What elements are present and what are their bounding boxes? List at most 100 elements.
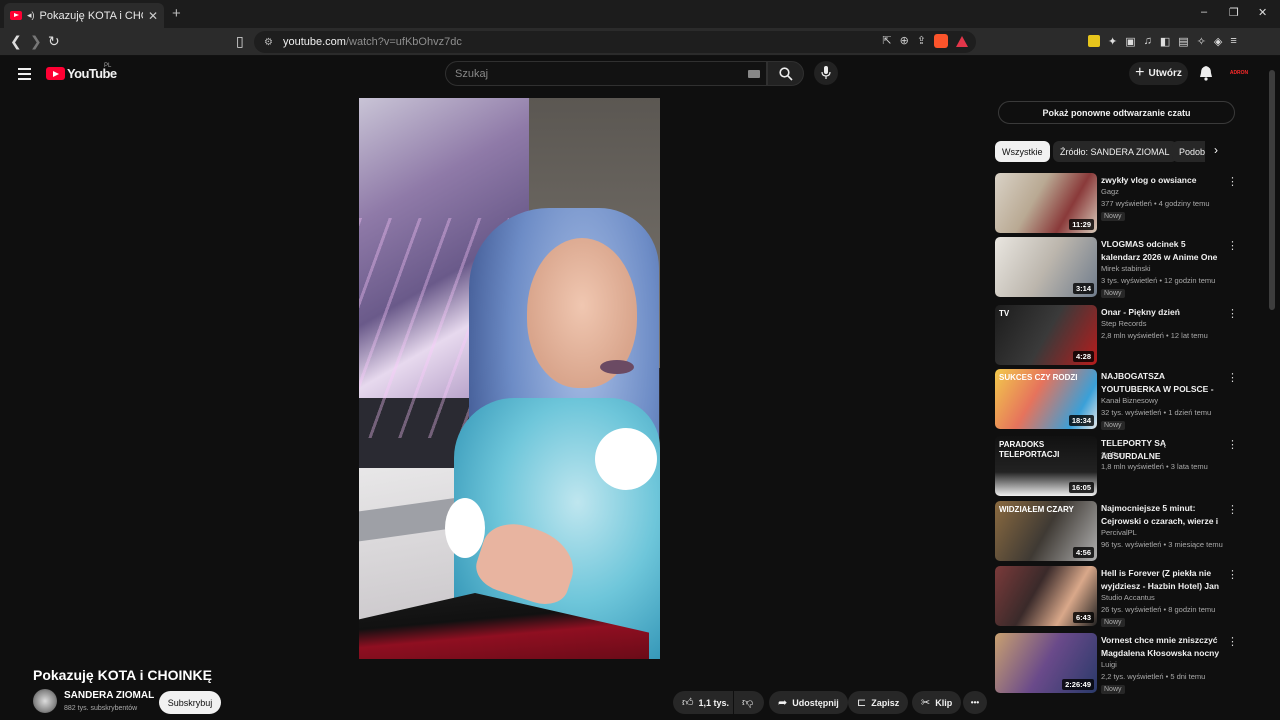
minimize-button[interactable]: – bbox=[1201, 6, 1207, 18]
share-arrow-icon: ➦ bbox=[778, 697, 788, 709]
recommendation-title[interactable]: Najmocniejsze 5 minut: Cejrowski o czara… bbox=[1101, 502, 1223, 528]
recommendation-thumbnail[interactable]: 2:26:49 bbox=[995, 633, 1097, 693]
chips-next-icon[interactable]: › bbox=[1214, 143, 1218, 157]
menu-icon[interactable] bbox=[18, 68, 31, 83]
more-options-icon[interactable]: ⋮ bbox=[1227, 239, 1238, 252]
recommendation-channel[interactable]: Mirek stabinski bbox=[1101, 264, 1151, 273]
brave-rewards-icon[interactable] bbox=[956, 36, 968, 47]
dislike-button[interactable]: 👎︎ bbox=[734, 691, 764, 714]
chat-replay-button[interactable]: Pokaż ponowne odtwarzanie czatu bbox=[998, 101, 1235, 124]
save-button[interactable]: ⊏ Zapisz bbox=[848, 691, 909, 714]
channel-label: PercivalPL bbox=[1101, 528, 1137, 537]
address-bar[interactable]: ⚙ youtube.com/watch?v=ufKbOhvz7dc ⇱ ⊕ ⇪ bbox=[254, 31, 976, 53]
recommendation-item[interactable]: 2:26:49 Vornest chce mnie zniszczyć Magda… bbox=[995, 633, 1238, 695]
more-options-icon[interactable]: ⋮ bbox=[1227, 503, 1238, 516]
scissors-icon: ✂ bbox=[921, 697, 931, 709]
extensions-puzzle-icon[interactable]: ✦ bbox=[1108, 35, 1117, 48]
recommendation-title[interactable]: VLOGMAS odcinek 5 kalendarz 2026 w Anime… bbox=[1101, 238, 1223, 264]
reload-icon[interactable]: ↻ bbox=[48, 33, 60, 50]
more-options-icon[interactable]: ⋮ bbox=[1227, 568, 1238, 581]
recommendation-title[interactable]: Hell is Forever (Z piekła nie wyjdziesz … bbox=[1101, 567, 1223, 593]
recommendation-item[interactable]: 6:43 Hell is Forever (Z piekła nie wyjdzi… bbox=[995, 566, 1238, 628]
bookmark-icon[interactable]: ▯ bbox=[236, 33, 244, 50]
like-button[interactable]: 👍︎ 1,1 tys. bbox=[673, 691, 733, 714]
forward-icon[interactable]: ❯ bbox=[30, 33, 42, 50]
close-window-button[interactable]: ✕ bbox=[1258, 6, 1267, 19]
recommendation-channel[interactable]: Gagz bbox=[1101, 187, 1119, 196]
chip-source[interactable]: Źródło: SANDERA ZIOMAL bbox=[1053, 141, 1177, 162]
video-duration: 11:29 bbox=[1069, 219, 1094, 230]
save-label: Zapisz bbox=[871, 697, 900, 708]
recommendation-channel[interactable]: Step Records bbox=[1101, 319, 1146, 328]
share-button[interactable]: ➦ Udostępnij bbox=[769, 691, 848, 714]
create-label: Utwórz bbox=[1148, 68, 1182, 79]
chip-all[interactable]: Wszystkie bbox=[995, 141, 1050, 162]
recommendation-item[interactable]: WIDZIAŁEM CZARY 4:56 Najmocniejsze 5 minut… bbox=[995, 501, 1238, 563]
channel-label: Luigi bbox=[1101, 660, 1117, 669]
recommendation-item[interactable]: SUKCES CZY RODZI 18:34 NAJBOGATSZA YOUTUBE… bbox=[995, 369, 1238, 431]
new-tab-button[interactable]: + bbox=[172, 5, 181, 22]
recommendation-item[interactable]: PARADOKS TELEPORTACJI 16:05 TELEPORTY SĄ A… bbox=[995, 436, 1238, 498]
voice-search-button[interactable] bbox=[814, 61, 838, 85]
recommendation-thumbnail[interactable]: SUKCES CZY RODZI 18:34 bbox=[995, 369, 1097, 429]
recommendation-channel[interactable]: Luigi bbox=[1101, 660, 1117, 669]
channel-name[interactable]: SANDERA ZIOMAL bbox=[64, 690, 154, 701]
open-external-icon[interactable]: ⇱ bbox=[882, 34, 891, 48]
account-avatar[interactable]: ADRON bbox=[1229, 64, 1249, 82]
new-badge: Nowy bbox=[1101, 289, 1125, 298]
vpn-icon[interactable]: ◈ bbox=[1214, 35, 1222, 48]
recommendation-title[interactable]: Onar - Piękny dzień bbox=[1101, 306, 1223, 319]
wallet-icon[interactable]: ▤ bbox=[1178, 35, 1188, 48]
more-actions-button[interactable]: ••• bbox=[963, 691, 987, 714]
speaker-icon[interactable]: ◂) bbox=[27, 10, 35, 21]
more-options-icon[interactable]: ⋮ bbox=[1227, 635, 1238, 648]
recommendation-thumbnail[interactable]: 6:43 bbox=[995, 566, 1097, 626]
recommendation-thumbnail[interactable]: PARADOKS TELEPORTACJI 16:05 bbox=[995, 436, 1097, 496]
extension-icon[interactable] bbox=[1088, 35, 1100, 47]
recommendation-thumbnail[interactable]: WIDZIAŁEM CZARY 4:56 bbox=[995, 501, 1097, 561]
keyboard-icon[interactable] bbox=[748, 70, 760, 78]
recommendation-channel[interactable]: Kanał Biznesowy bbox=[1101, 396, 1158, 405]
create-button[interactable]: + Utwórz bbox=[1129, 62, 1188, 85]
share-icon[interactable]: ⇪ bbox=[917, 34, 926, 48]
back-icon[interactable]: ❮ bbox=[10, 33, 22, 50]
media-icon[interactable]: ♫ bbox=[1144, 35, 1152, 48]
recommendation-channel[interactable]: SciFun bbox=[1101, 450, 1124, 459]
recommendation-thumbnail[interactable]: 11:29 bbox=[995, 173, 1097, 233]
browser-tab[interactable]: ◂) Pokazuję KOTA i CHOINKĘ - YouTube ✕ bbox=[4, 3, 164, 28]
brave-shields-icon[interactable] bbox=[934, 34, 948, 48]
recommendation-item[interactable]: TV 4:28 Onar - Piękny dzień Step Records 2,8… bbox=[995, 305, 1238, 367]
clip-button[interactable]: ✂ Klip bbox=[912, 691, 962, 714]
subscribe-button[interactable]: Subskrybuj bbox=[159, 691, 221, 714]
recommendation-title[interactable]: zwykły vlog o owsiance bbox=[1101, 174, 1223, 187]
recommendation-channel[interactable]: Studio Accantus bbox=[1101, 593, 1155, 602]
more-options-icon[interactable]: ⋮ bbox=[1227, 307, 1238, 320]
recommendation-thumbnail[interactable]: 3:14 bbox=[995, 237, 1097, 297]
notifications-bell-icon[interactable] bbox=[1199, 65, 1213, 81]
page-scrollbar[interactable] bbox=[1269, 70, 1275, 310]
more-options-icon[interactable]: ⋮ bbox=[1227, 371, 1238, 384]
channel-avatar[interactable] bbox=[33, 689, 57, 713]
browser-menu-icon[interactable]: ≡ bbox=[1230, 35, 1236, 48]
recommendation-title[interactable]: Vornest chce mnie zniszczyć Magdalena Kł… bbox=[1101, 634, 1223, 660]
leo-ai-icon[interactable]: ✧ bbox=[1197, 35, 1206, 48]
more-options-icon[interactable]: ⋮ bbox=[1227, 438, 1238, 451]
zoom-icon[interactable]: ⊕ bbox=[900, 34, 909, 48]
site-settings-icon[interactable]: ⚙ bbox=[264, 37, 273, 48]
sidebar-toggle-icon[interactable]: ◧ bbox=[1160, 35, 1170, 48]
video-player[interactable] bbox=[359, 98, 660, 659]
screenshot-icon[interactable]: ▣ bbox=[1125, 35, 1135, 48]
recommendation-channel[interactable]: PercivalPL bbox=[1101, 528, 1137, 537]
chip-similar[interactable]: Podobne bbox=[1172, 141, 1205, 162]
maximize-button[interactable]: ❐ bbox=[1229, 6, 1239, 19]
country-code: PL bbox=[104, 63, 112, 69]
recommendation-item[interactable]: 3:14 VLOGMAS odcinek 5 kalendarz 2026 w A… bbox=[995, 237, 1238, 299]
recommendation-item[interactable]: 11:29 zwykły vlog o owsiance Gagz 377 wyświ… bbox=[995, 173, 1238, 235]
tab-close-icon[interactable]: ✕ bbox=[148, 9, 158, 23]
more-options-icon[interactable]: ⋮ bbox=[1227, 175, 1238, 188]
search-input[interactable]: Szukaj bbox=[445, 61, 767, 86]
youtube-logo[interactable]: YouTube PL bbox=[46, 63, 117, 81]
search-button[interactable] bbox=[767, 61, 804, 86]
recommendation-thumbnail[interactable]: TV 4:28 bbox=[995, 305, 1097, 365]
recommendation-title[interactable]: NAJBOGATSZA YOUTUBERKA W POLSCE - JAK PO… bbox=[1101, 370, 1223, 396]
